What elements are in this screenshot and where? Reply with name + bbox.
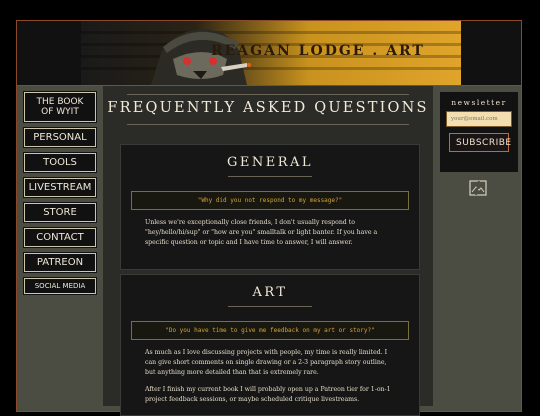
nav-contact[interactable]: CONTACT [23,227,97,248]
faq-answer: Unless we're exceptionally close friends… [145,219,378,246]
section-title: ART [252,285,288,300]
faq-answer: After I finish my current book I will pr… [145,386,391,404]
nav-patreon[interactable]: PATREON [23,252,97,273]
nav-label-line2: OF WYIT [41,107,79,117]
nav-personal[interactable]: PERSONAL [23,127,97,148]
title-rule-top [127,94,409,95]
nav-the-book-of-wyit[interactable]: THE BOOK OF WYIT [23,91,97,123]
nav-livestream[interactable]: LIVESTREAM [23,177,97,198]
faq-answer: As much as I love discussing projects wi… [145,349,388,376]
broken-image-icon [469,180,487,196]
header-banner: REAGAN LODGE . ART [17,21,521,86]
subscribe-button[interactable]: SUBSCRIBE [449,133,511,152]
section-title: GENERAL [226,155,314,170]
title-rule-bottom [127,124,409,125]
site-title[interactable]: REAGAN LODGE . ART [211,43,425,59]
nav-label-line1: THE BOOK [36,97,84,107]
nav-store[interactable]: STORE [23,202,97,223]
section-rule [228,306,312,307]
nav-tools[interactable]: TOOLS [23,152,97,173]
faq-main: FREQUENTLY ASKED QUESTIONS GENERAL "Why … [103,86,433,416]
faq-section-art: ART "Do you have time to give me feedbac… [120,274,420,416]
page-title: FREQUENTLY ASKED QUESTIONS [107,100,429,116]
faq-question[interactable]: "Do you have time to give me feedback on… [131,321,409,340]
newsletter-label: newsletter [451,98,507,107]
newsletter-box: newsletter SUBSCRIBE [440,92,518,172]
newsletter-email-input[interactable] [446,111,512,127]
faq-section-general: GENERAL "Why did you not respond to my m… [120,144,420,270]
faq-question[interactable]: "Why did you not respond to my message?" [131,191,409,210]
section-rule [228,176,312,177]
nav-social-media[interactable]: SOCIAL MEDIA [23,277,97,295]
sidebar-nav: THE BOOK OF WYIT PERSONAL TOOLS LIVESTRE… [23,91,97,300]
